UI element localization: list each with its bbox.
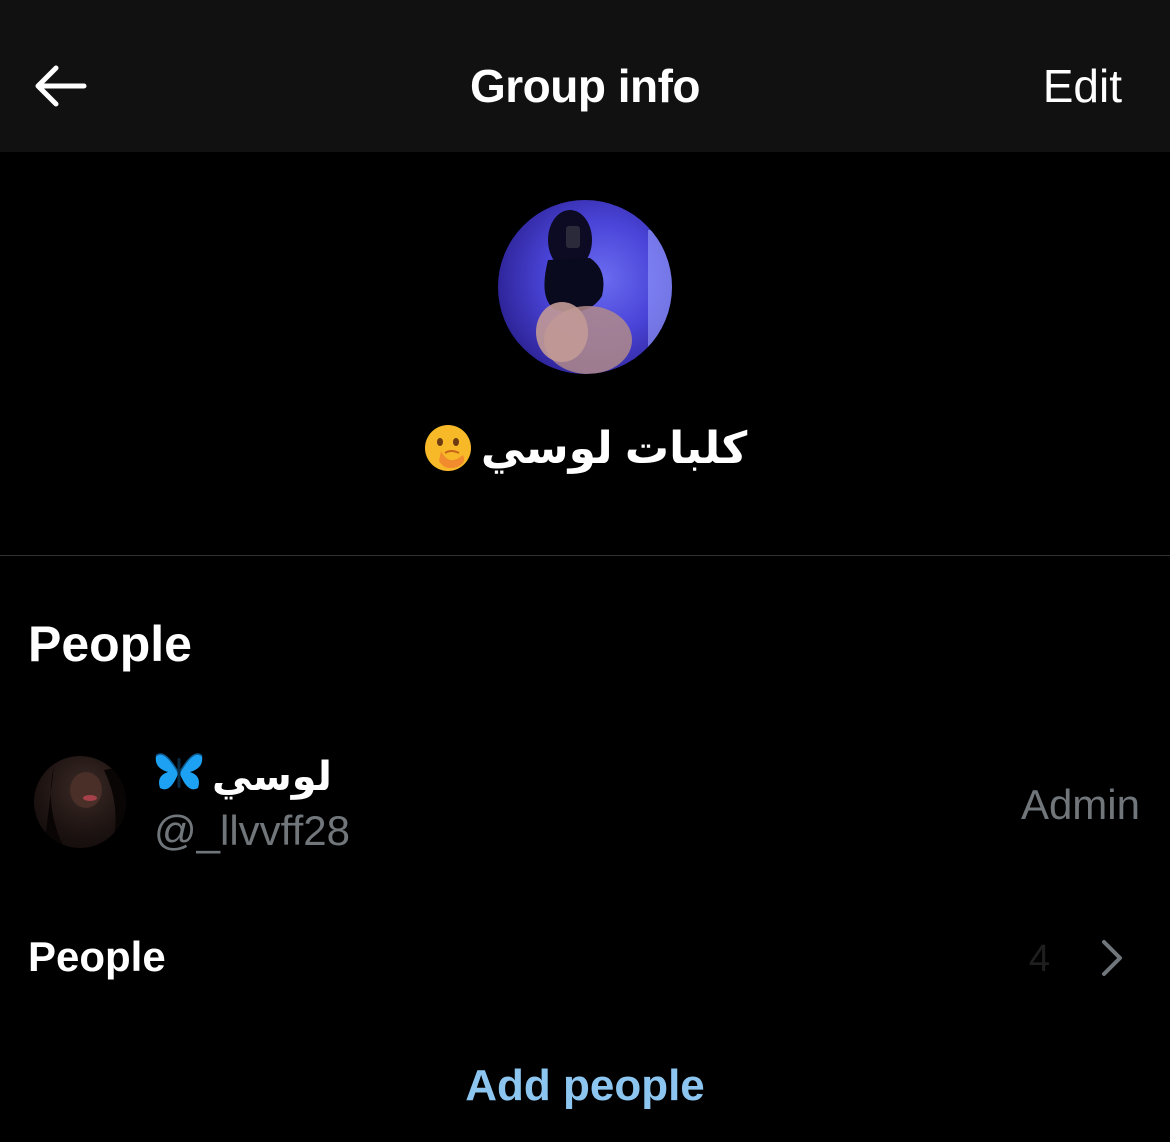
member-name: لوسي bbox=[154, 752, 332, 802]
top-bar: Group info Edit bbox=[0, 0, 1170, 152]
people-row-label: People bbox=[28, 933, 166, 980]
people-row[interactable]: People 4 bbox=[0, 920, 1170, 994]
avatar bbox=[34, 756, 126, 848]
group-avatar-image bbox=[536, 210, 672, 374]
page-title: Group info bbox=[469, 60, 701, 112]
blue-butterfly-icon bbox=[154, 750, 204, 804]
divider bbox=[0, 555, 1170, 556]
edit-button[interactable]: Edit bbox=[1043, 58, 1122, 114]
chevron-right-icon bbox=[1102, 940, 1122, 976]
people-count: 4 bbox=[1028, 938, 1050, 980]
group-avatar[interactable] bbox=[498, 200, 672, 374]
group-info-screen: Group info Edit كلبات لوسي People لوسي @… bbox=[0, 0, 1170, 1142]
member-row[interactable]: لوسي @_llvvff28 Admin bbox=[0, 740, 1170, 860]
group-name: كلبات لوسي bbox=[0, 420, 1170, 476]
people-section-title: People bbox=[28, 616, 192, 672]
member-handle: @_llvvff28 bbox=[154, 807, 350, 854]
member-name-text: لوسي bbox=[212, 755, 332, 799]
add-people-button[interactable]: Add people bbox=[0, 1058, 1170, 1114]
group-name-text: كلبات لوسي bbox=[480, 423, 748, 473]
face-with-hand-over-mouth-icon bbox=[423, 423, 473, 473]
member-role-badge: Admin bbox=[1020, 781, 1140, 828]
